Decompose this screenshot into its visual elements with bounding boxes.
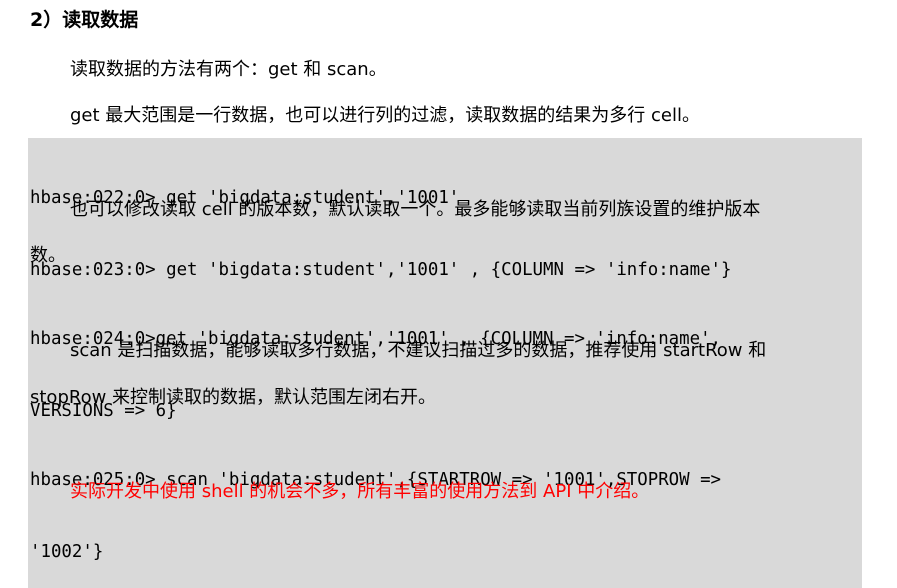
paragraph-api-note: 实际开发中使用 shell 的机会不多，所有丰富的使用方法到 API 中介绍。 bbox=[70, 481, 650, 502]
paragraph-versions-line2: 数。 bbox=[30, 245, 66, 266]
paragraph-versions-line1: 也可以修改读取 cell 的版本数，默认读取一个。最多能够读取当前列族设置的维护… bbox=[70, 199, 761, 220]
section-heading: 2）读取数据 bbox=[30, 9, 139, 31]
paragraph-scan-line1: scan 是扫描数据，能够读取多行数据，不建议扫描过多的数据，推荐使用 star… bbox=[70, 340, 767, 361]
paragraph-get-description: get 最大范围是一行数据，也可以进行列的过滤，读取数据的结果为多行 cell。 bbox=[70, 105, 700, 126]
code-line: '1002'} bbox=[30, 542, 104, 562]
paragraph-read-methods: 读取数据的方法有两个：get 和 scan。 bbox=[70, 59, 387, 80]
paragraph-scan-line2: stopRow 来控制读取的数据，默认范围左闭右开。 bbox=[30, 387, 437, 408]
